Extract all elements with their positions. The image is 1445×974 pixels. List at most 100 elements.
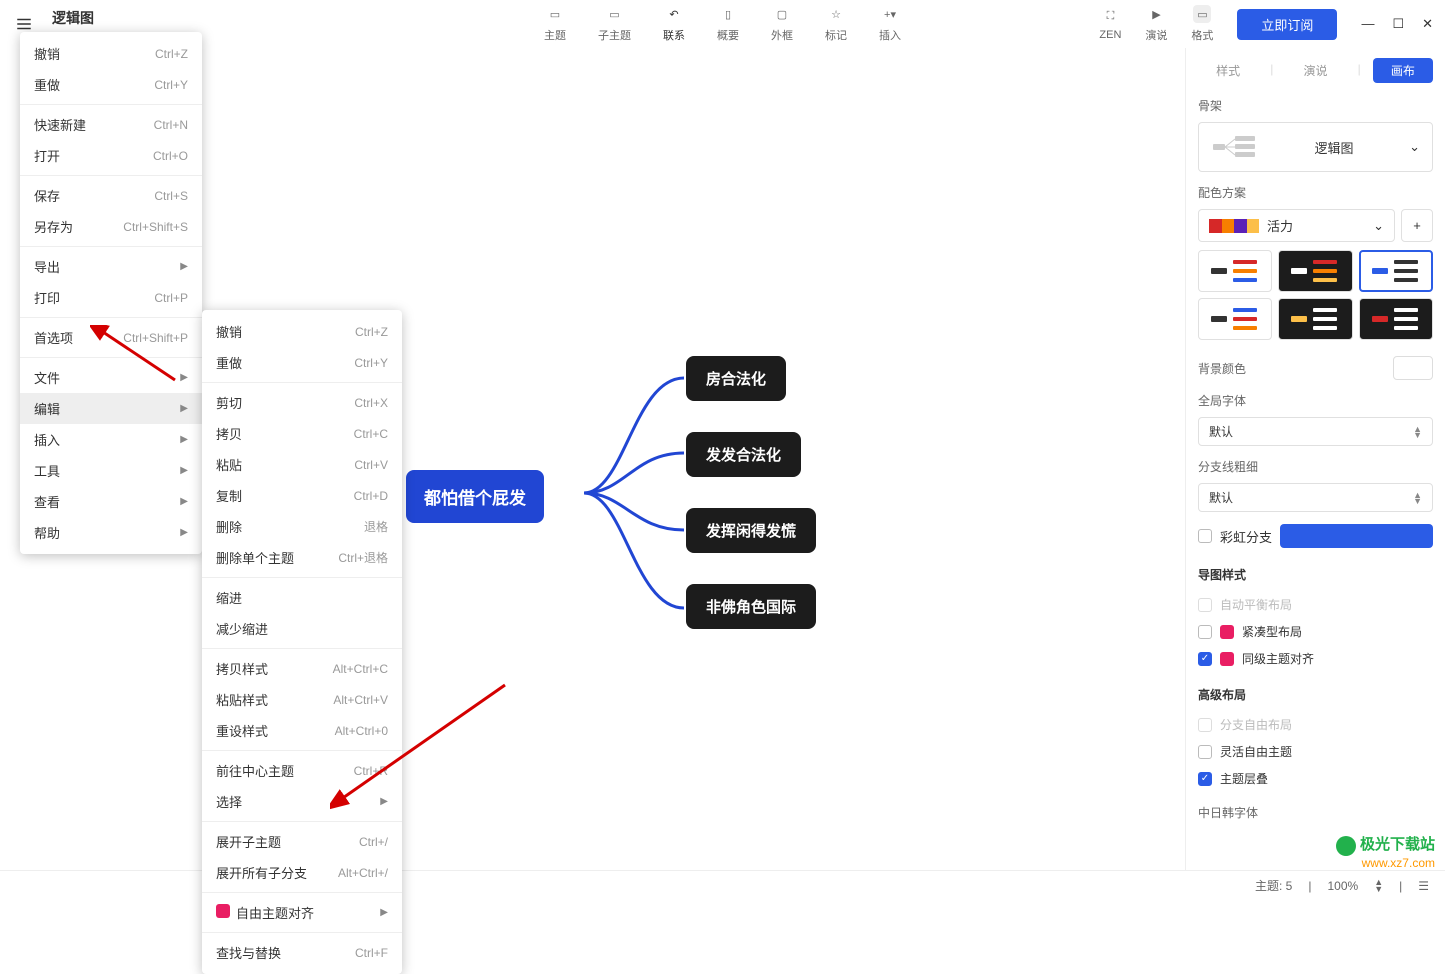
menu-button[interactable] <box>0 15 48 33</box>
submenu-freealign[interactable]: 自由主题对齐▶ <box>202 897 402 928</box>
theme-thumb-6[interactable] <box>1359 298 1433 340</box>
central-topic[interactable]: 都怕借个屁发 <box>406 470 544 523</box>
samelevel-checkbox[interactable]: ✓ <box>1198 652 1212 666</box>
add-scheme-button[interactable]: + <box>1401 209 1433 242</box>
rainbow-preview[interactable] <box>1280 524 1433 548</box>
cjkfont-title: 中日韩字体 <box>1198 804 1433 821</box>
chevron-right-icon: ▶ <box>380 907 388 918</box>
colorscheme-select[interactable]: 活力 ⌄ <box>1198 209 1395 242</box>
menu-open[interactable]: 打开Ctrl+O <box>20 140 202 171</box>
child-topic-3[interactable]: 发挥闲得发慌 <box>686 508 816 553</box>
theme-thumb-5[interactable] <box>1278 298 1352 340</box>
submenu-copy[interactable]: 拷贝Ctrl+C <box>202 418 402 449</box>
submenu-indent[interactable]: 缩进 <box>202 582 402 613</box>
theme-thumb-3[interactable] <box>1359 250 1433 292</box>
child-topic-1[interactable]: 房合法化 <box>686 356 786 401</box>
globalfont-title: 全局字体 <box>1198 392 1433 409</box>
child-topic-2[interactable]: 发发合法化 <box>686 432 801 477</box>
present-icon: ▶ <box>1147 5 1165 23</box>
toolbar-relation[interactable]: ↶联系 <box>663 5 685 43</box>
subscribe-button[interactable]: 立即订阅 <box>1237 9 1337 40</box>
chevron-right-icon: ▶ <box>180 527 188 538</box>
submenu-gotocenter[interactable]: 前往中心主题Ctrl+R <box>202 755 402 786</box>
chevron-down-icon: ⌄ <box>1373 218 1384 234</box>
submenu-delete[interactable]: 删除退格 <box>202 511 402 542</box>
tab-canvas[interactable]: 画布 <box>1373 58 1433 83</box>
toolbar-subtopic[interactable]: ▭子主题 <box>598 5 631 43</box>
submenu-resetstyle[interactable]: 重设样式Alt+Ctrl+0 <box>202 715 402 746</box>
color-bar-icon <box>1209 219 1259 233</box>
overlap-row[interactable]: ✓主题层叠 <box>1198 765 1433 792</box>
status-zoom[interactable]: 100% <box>1327 879 1358 893</box>
compact-row[interactable]: 紧凑型布局 <box>1198 618 1433 645</box>
bgcolor-swatch[interactable] <box>1393 356 1433 380</box>
submenu-redo[interactable]: 重做Ctrl+Y <box>202 347 402 378</box>
menu-redo[interactable]: 重做Ctrl+Y <box>20 69 202 100</box>
rainbow-checkbox[interactable] <box>1198 529 1212 543</box>
branchfree-row[interactable]: 分支自由布局 <box>1198 711 1433 738</box>
submenu-select[interactable]: 选择▶ <box>202 786 402 817</box>
menu-quicknew[interactable]: 快速新建Ctrl+N <box>20 109 202 140</box>
outline-icon[interactable]: ☰ <box>1418 879 1429 893</box>
menu-file[interactable]: 文件▶ <box>20 362 202 393</box>
tab-present[interactable]: 演说 <box>1285 58 1345 83</box>
menu-print[interactable]: 打印Ctrl+P <box>20 282 202 313</box>
theme-thumb-4[interactable] <box>1198 298 1272 340</box>
samelevel-row[interactable]: ✓同级主题对齐 <box>1198 645 1433 672</box>
flexfree-row[interactable]: 灵活自由主题 <box>1198 738 1433 765</box>
tab-style[interactable]: 样式 <box>1198 58 1258 83</box>
zoom-updown-icon[interactable]: ▲▼ <box>1374 879 1383 893</box>
flexfree-checkbox[interactable] <box>1198 745 1212 759</box>
overlap-checkbox[interactable]: ✓ <box>1198 772 1212 786</box>
submenu-expandall[interactable]: 展开所有子分支Alt+Ctrl+/ <box>202 857 402 888</box>
theme-grid <box>1198 250 1433 340</box>
align-icon <box>216 904 230 918</box>
window-controls: — ☐ ✕ <box>1361 16 1433 32</box>
chevron-right-icon: ▶ <box>180 496 188 507</box>
menu-help[interactable]: 帮助▶ <box>20 517 202 548</box>
submenu-duplicate[interactable]: 复制Ctrl+D <box>202 480 402 511</box>
menu-preferences[interactable]: 首选项Ctrl+Shift+P <box>20 322 202 353</box>
globalfont-select[interactable]: 默认▲▼ <box>1198 417 1433 446</box>
menu-save[interactable]: 保存Ctrl+S <box>20 180 202 211</box>
menu-export[interactable]: 导出▶ <box>20 251 202 282</box>
compact-checkbox[interactable] <box>1198 625 1212 639</box>
toolbar-zen[interactable]: ⛶ZEN <box>1099 7 1121 41</box>
close-button[interactable]: ✕ <box>1422 16 1433 32</box>
toolbar-summary[interactable]: ▯概要 <box>717 5 739 43</box>
submenu-deletesingle[interactable]: 删除单个主题Ctrl+退格 <box>202 542 402 573</box>
submenu-paste[interactable]: 粘贴Ctrl+V <box>202 449 402 480</box>
menu-undo[interactable]: 撤销Ctrl+Z <box>20 38 202 69</box>
branchwidth-title: 分支线粗细 <box>1198 458 1433 475</box>
toolbar-boundary[interactable]: ▢外框 <box>771 5 793 43</box>
toolbar-marker[interactable]: ☆标记 <box>825 5 847 43</box>
child-topic-4[interactable]: 非佛角色国际 <box>686 584 816 629</box>
toolbar-insert[interactable]: +▾插入 <box>879 5 901 43</box>
menu-saveas[interactable]: 另存为Ctrl+Shift+S <box>20 211 202 242</box>
menu-insert[interactable]: 插入▶ <box>20 424 202 455</box>
branchwidth-select[interactable]: 默认▲▼ <box>1198 483 1433 512</box>
menu-tools[interactable]: 工具▶ <box>20 455 202 486</box>
submenu-outdent[interactable]: 减少缩进 <box>202 613 402 644</box>
theme-thumb-2[interactable] <box>1278 250 1352 292</box>
submenu-expandsub[interactable]: 展开子主题Ctrl+/ <box>202 826 402 857</box>
maximize-button[interactable]: ☐ <box>1392 16 1404 32</box>
toolbar-present[interactable]: ▶演说 <box>1145 5 1167 43</box>
theme-thumb-1[interactable] <box>1198 250 1272 292</box>
submenu-undo[interactable]: 撤销Ctrl+Z <box>202 316 402 347</box>
submenu-pastestyle[interactable]: 粘贴样式Alt+Ctrl+V <box>202 684 402 715</box>
autobalance-row[interactable]: 自动平衡布局 <box>1198 591 1433 618</box>
minimize-button[interactable]: — <box>1361 16 1374 32</box>
menu-view[interactable]: 查看▶ <box>20 486 202 517</box>
relation-icon: ↶ <box>665 5 683 23</box>
submenu-cut[interactable]: 剪切Ctrl+X <box>202 387 402 418</box>
toolbar-topic[interactable]: ▭主题 <box>544 5 566 43</box>
menu-edit[interactable]: 编辑▶ <box>20 393 202 424</box>
toolbar-format[interactable]: ▭格式 <box>1191 5 1213 43</box>
submenu-copystyle[interactable]: 拷贝样式Alt+Ctrl+C <box>202 653 402 684</box>
main-menu: 撤销Ctrl+Z 重做Ctrl+Y 快速新建Ctrl+N 打开Ctrl+O 保存… <box>20 32 202 554</box>
chevron-right-icon: ▶ <box>380 796 388 807</box>
skeleton-select[interactable]: 逻辑图 ⌄ <box>1198 122 1433 172</box>
submenu-findreplace[interactable]: 查找与替换Ctrl+F <box>202 937 402 968</box>
subtopic-icon: ▭ <box>606 5 624 23</box>
